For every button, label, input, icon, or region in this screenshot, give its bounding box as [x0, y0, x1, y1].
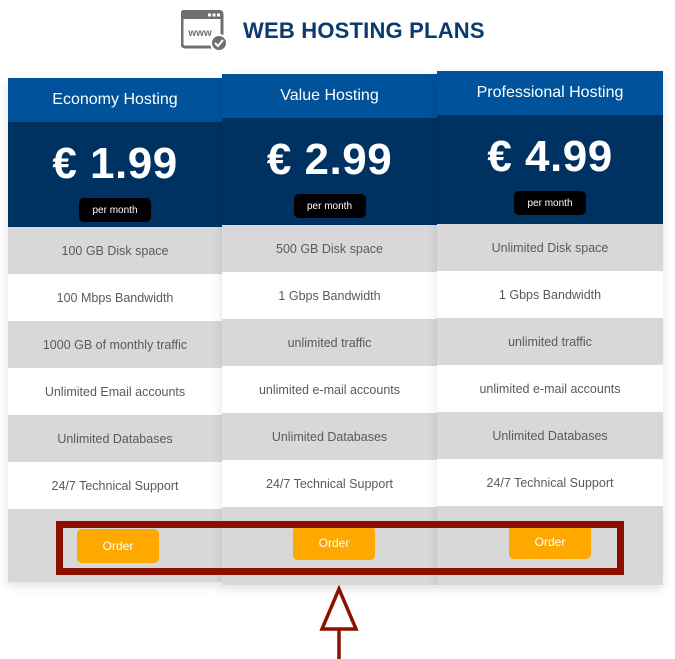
- feature-row: 24/7 Technical Support: [222, 460, 437, 507]
- plan-price-block: € 4.99 per month: [437, 115, 663, 224]
- plan-card-value: Value Hosting € 2.99 per month 500 GB Di…: [222, 74, 437, 585]
- plan-footer: Order: [437, 506, 663, 585]
- feature-row: Unlimited Disk space: [437, 224, 663, 271]
- feature-row: 500 GB Disk space: [222, 225, 437, 272]
- feature-row: unlimited e-mail accounts: [222, 366, 437, 413]
- feature-row: Unlimited Email accounts: [8, 368, 222, 415]
- plan-footer: Order: [222, 507, 437, 585]
- feature-row: unlimited traffic: [222, 319, 437, 366]
- annotation-up-arrow-icon: [319, 585, 359, 659]
- order-button-professional[interactable]: Order: [509, 525, 591, 559]
- plan-price-block: € 2.99 per month: [222, 118, 437, 225]
- feature-row: Unlimited Databases: [222, 413, 437, 460]
- plan-price-block: € 1.99 per month: [8, 122, 222, 227]
- plan-card-professional: Professional Hosting € 4.99 per month Un…: [437, 71, 663, 585]
- order-button-economy[interactable]: Order: [77, 529, 159, 563]
- feature-row: 1 Gbps Bandwidth: [222, 272, 437, 319]
- order-button-value[interactable]: Order: [293, 526, 375, 560]
- feature-row: 1000 GB of monthly traffic: [8, 321, 222, 368]
- plan-price: € 4.99: [487, 132, 613, 181]
- plan-price: € 2.99: [266, 135, 393, 184]
- feature-row: 1 Gbps Bandwidth: [437, 271, 663, 318]
- feature-row: 100 Mbps Bandwidth: [8, 274, 222, 321]
- feature-row: Unlimited Databases: [437, 412, 663, 459]
- plan-name: Professional Hosting: [437, 71, 663, 115]
- svg-text:www: www: [187, 28, 212, 39]
- feature-row: 24/7 Technical Support: [8, 462, 222, 509]
- plan-footer: Order: [8, 509, 222, 582]
- feature-row: 24/7 Technical Support: [437, 459, 663, 506]
- feature-row: 100 GB Disk space: [8, 227, 222, 274]
- plan-price: € 1.99: [52, 139, 178, 188]
- page-title: WEB HOSTING PLANS: [243, 18, 485, 43]
- plan-name: Value Hosting: [222, 74, 437, 118]
- plan-name: Economy Hosting: [8, 78, 222, 122]
- feature-row: Unlimited Databases: [8, 415, 222, 462]
- price-period-badge: per month: [293, 194, 366, 218]
- price-period-badge: per month: [79, 198, 151, 222]
- price-period-badge: per month: [514, 191, 586, 215]
- www-browser-check-icon: www: [180, 9, 229, 52]
- plan-card-economy: Economy Hosting € 1.99 per month 100 GB …: [8, 78, 222, 582]
- feature-row: unlimited traffic: [437, 318, 663, 365]
- page-header: www WEB HOSTING PLANS: [180, 9, 485, 52]
- feature-row: unlimited e-mail accounts: [437, 365, 663, 412]
